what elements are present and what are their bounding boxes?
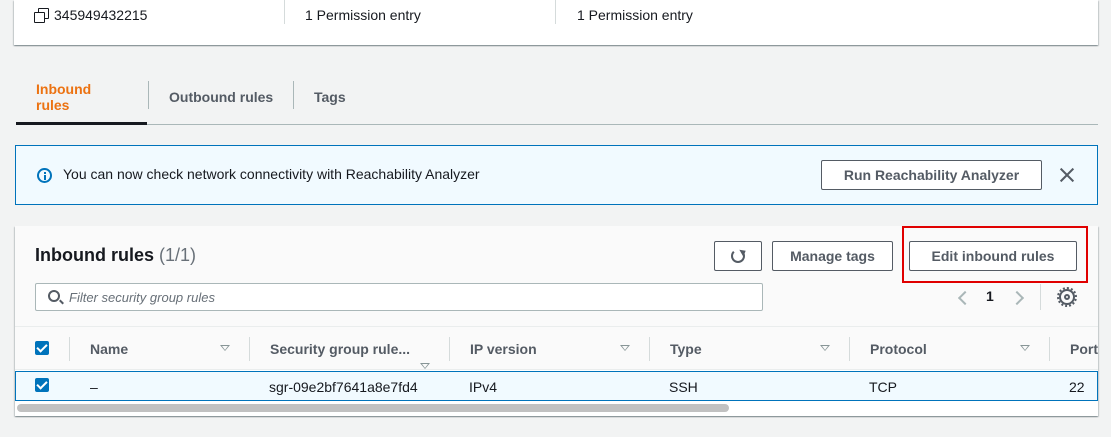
- cell-protocol: TCP: [869, 379, 897, 395]
- refresh-button[interactable]: [714, 241, 762, 271]
- sort-icon[interactable]: [220, 345, 230, 351]
- table-row[interactable]: – sgr-09e2bf7641a8e7fd4 IPv4 SSH TCP 22: [15, 371, 1098, 401]
- close-icon[interactable]: [1058, 166, 1076, 184]
- tab-separator: [293, 81, 294, 109]
- summary-card: 345949432215 1 Permission entry 1 Permis…: [14, 0, 1098, 45]
- column-header-type[interactable]: Type: [670, 341, 702, 357]
- column-header-rule-id[interactable]: Security group rule...: [270, 341, 410, 357]
- tab-separator: [148, 81, 149, 109]
- rules-header: Inbound rules (1/1) Manage tags Edit inb…: [15, 226, 1098, 326]
- security-group-id: 345949432215: [54, 7, 148, 23]
- run-reachability-analyzer-button[interactable]: Run Reachability Analyzer: [821, 160, 1042, 190]
- rules-title: Inbound rules (1/1): [35, 245, 196, 266]
- table-header: Name Security group rule... IP version T…: [15, 326, 1098, 370]
- cell-name: –: [90, 379, 98, 395]
- security-group-id-cell: 345949432215: [34, 0, 147, 30]
- horizontal-scrollbar[interactable]: [17, 404, 729, 412]
- cell-ip-version: IPv4: [469, 379, 498, 395]
- column-header-protocol[interactable]: Protocol: [870, 341, 927, 357]
- inbound-rules-panel: Inbound rules (1/1) Manage tags Edit inb…: [15, 226, 1098, 416]
- column-header-port[interactable]: Port: [1070, 341, 1098, 357]
- tab-bar: Inbound rules Outbound rules Tags: [16, 70, 1098, 125]
- divider: [555, 0, 556, 24]
- pagination-separator: [1040, 284, 1041, 310]
- copy-icon[interactable]: [34, 8, 49, 23]
- flash-message: You can now check network connectivity w…: [63, 166, 480, 182]
- page-number[interactable]: 1: [986, 288, 994, 304]
- column-separator: [649, 337, 650, 361]
- rules-count: (1/1): [159, 245, 197, 265]
- outbound-count: 1 Permission entry: [577, 7, 693, 23]
- cell-rule-id[interactable]: sgr-09e2bf7641a8e7fd4: [269, 379, 418, 395]
- rules-title-text: Inbound rules: [35, 245, 154, 265]
- column-header-ip-version[interactable]: IP version: [470, 341, 537, 357]
- sort-icon[interactable]: [620, 345, 630, 351]
- refresh-icon: [731, 249, 745, 263]
- column-header-name[interactable]: Name: [90, 341, 128, 357]
- select-all-checkbox[interactable]: [35, 341, 49, 355]
- info-flashbar: You can now check network connectivity w…: [15, 145, 1098, 205]
- filter-input[interactable]: [69, 288, 749, 306]
- column-separator: [69, 337, 70, 361]
- info-icon: [37, 168, 52, 183]
- row-checkbox[interactable]: [35, 378, 49, 392]
- sort-icon[interactable]: [1020, 345, 1030, 351]
- tab-inbound-rules[interactable]: Inbound rules: [16, 70, 147, 125]
- gear-icon[interactable]: [1057, 287, 1077, 307]
- chevron-right-icon[interactable]: [1009, 290, 1025, 306]
- column-separator: [1049, 337, 1050, 361]
- divider: [284, 0, 285, 24]
- cell-port: 22: [1069, 379, 1085, 395]
- sort-icon[interactable]: [420, 363, 430, 369]
- cell-type: SSH: [669, 379, 698, 395]
- tab-tags[interactable]: Tags: [314, 70, 346, 124]
- inbound-count: 1 Permission entry: [305, 7, 421, 23]
- highlight-box: [902, 226, 1088, 283]
- column-separator: [249, 337, 250, 361]
- tab-outbound-rules[interactable]: Outbound rules: [169, 70, 273, 124]
- search-icon: [48, 290, 60, 302]
- filter-box: [35, 283, 763, 311]
- sort-icon[interactable]: [820, 345, 830, 351]
- column-separator: [849, 337, 850, 361]
- chevron-left-icon[interactable]: [957, 290, 973, 306]
- column-separator: [449, 337, 450, 361]
- manage-tags-button[interactable]: Manage tags: [772, 241, 893, 271]
